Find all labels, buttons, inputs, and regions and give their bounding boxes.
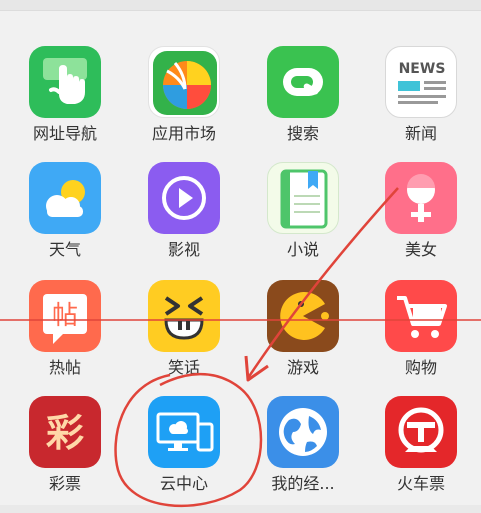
train-logo-icon [385, 396, 457, 468]
app-label: 购物 [404, 358, 437, 377]
weather-icon [29, 162, 101, 234]
bottom-strip [0, 505, 481, 513]
book-icon [267, 162, 339, 234]
app-my-experience[interactable]: 我的经... [253, 396, 353, 506]
app-beauty[interactable]: 美女 [371, 162, 471, 272]
news-icon-text: NEWS [399, 61, 446, 77]
app-app-market[interactable]: 应用市场 [134, 46, 234, 156]
app-cloud-center[interactable]: 云中心 [134, 396, 234, 506]
app-train-tickets[interactable]: 火车票 [371, 396, 471, 506]
pacman-icon [267, 280, 339, 352]
lottery-icon-text: 彩 [46, 410, 84, 455]
app-label: 网址导航 [32, 124, 97, 143]
laugh-face-icon [148, 280, 220, 352]
app-games[interactable]: 游戏 [253, 280, 353, 390]
post-icon-text: 帖 [52, 301, 78, 331]
app-label: 应用市场 [151, 124, 216, 143]
female-icon [385, 162, 457, 234]
news-icon: NEWS [385, 46, 457, 118]
app-label: 云中心 [159, 474, 208, 493]
app-web-navigation[interactable]: 网址导航 [15, 46, 115, 156]
app-label: 搜索 [286, 124, 319, 143]
app-label: 新闻 [404, 124, 437, 143]
search-icon [267, 46, 339, 118]
post-icon: 帖 [29, 280, 101, 352]
app-video[interactable]: 影视 [134, 162, 234, 272]
globe-icon [267, 396, 339, 468]
hand-pointer-icon [29, 46, 101, 118]
app-lottery[interactable]: 彩 彩票 [15, 396, 115, 506]
app-label: 美女 [404, 240, 437, 259]
app-news[interactable]: NEWS 新闻 [371, 46, 471, 156]
app-label: 天气 [48, 240, 81, 259]
shopping-cart-icon [385, 280, 457, 352]
app-label: 我的经... [271, 474, 335, 493]
app-label: 火车票 [396, 474, 445, 493]
play-icon [148, 162, 220, 234]
app-label: 影视 [167, 240, 200, 259]
app-hot-posts[interactable]: 帖 热帖 [15, 280, 115, 390]
app-weather[interactable]: 天气 [15, 162, 115, 272]
top-strip [0, 0, 481, 11]
cloud-devices-icon [148, 396, 220, 468]
app-store-ball-icon [148, 46, 220, 118]
app-search[interactable]: 搜索 [253, 46, 353, 156]
app-label: 游戏 [286, 358, 319, 377]
app-label: 笑话 [167, 358, 200, 377]
app-novel[interactable]: 小说 [253, 162, 353, 272]
lottery-icon: 彩 [29, 396, 101, 468]
app-label: 热帖 [48, 358, 81, 377]
app-label: 小说 [286, 240, 319, 259]
app-shopping[interactable]: 购物 [371, 280, 471, 390]
app-label: 彩票 [48, 474, 81, 493]
app-jokes[interactable]: 笑话 [134, 280, 234, 390]
